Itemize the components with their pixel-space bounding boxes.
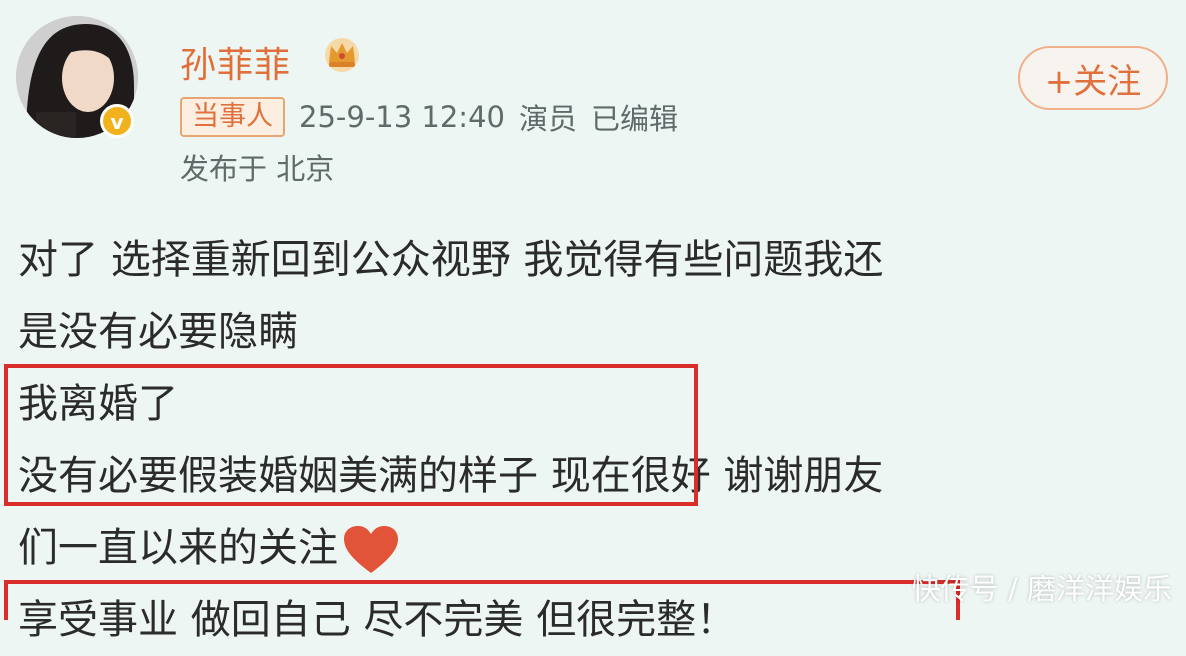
heart-icon [344, 526, 398, 573]
user-role: 演员 [518, 102, 577, 136]
highlight-box [4, 364, 698, 506]
verified-badge-icon: v [100, 104, 134, 138]
username[interactable]: 孙菲菲 [180, 36, 291, 88]
post-line: 对了 选择重新回到公众视野 我觉得有些问题我还 [18, 237, 884, 283]
watermark: 快传号 / 磨洋洋娱乐 [911, 572, 1172, 606]
follow-button-label: +关注 [1044, 61, 1142, 102]
highlight-box [4, 580, 960, 620]
post-timestamp[interactable]: 25-9-13 12:40 [299, 100, 505, 134]
party-tag: 当事人 [180, 97, 285, 137]
crown-icon [325, 38, 359, 72]
follow-button[interactable]: +关注 [1018, 46, 1168, 110]
edited-label[interactable]: 已编辑 [591, 96, 678, 138]
post-meta: 当事人 25-9-13 12:40 演员 已编辑 [180, 96, 678, 138]
post-line: 们一直以来的关注 [18, 525, 338, 571]
post-line: 是没有必要隐瞒 [18, 309, 298, 355]
post-location: 发布于 北京 [180, 152, 335, 186]
